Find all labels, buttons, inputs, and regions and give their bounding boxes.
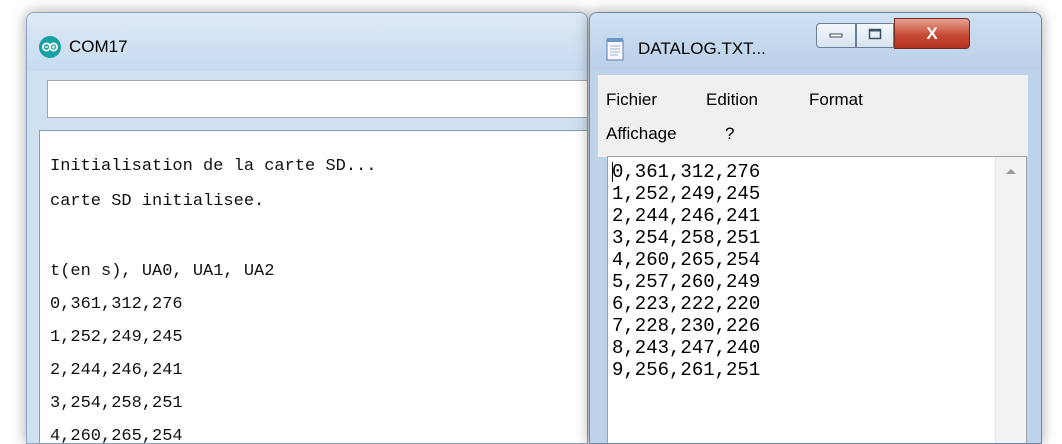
- notepad-text-area[interactable]: 0,361,312,276 1,252,249,245 2,244,246,24…: [607, 156, 1027, 443]
- vertical-scrollbar[interactable]: [995, 157, 1026, 443]
- text-line: 6,223,222,220: [612, 293, 761, 315]
- serial-output-line: carte SD initialisee.: [50, 192, 265, 211]
- text-line: 1,252,249,245: [612, 183, 761, 205]
- arduino-logo-icon: [39, 36, 61, 58]
- serial-output-line: 0,361,312,276: [50, 295, 183, 314]
- text-line: 2,244,246,241: [612, 205, 761, 227]
- serial-output-line: 3,254,258,251: [50, 394, 183, 413]
- text-line: 9,256,261,251: [612, 359, 761, 381]
- serial-output-line: t(en s), UA0, UA1, UA2: [50, 262, 275, 281]
- notepad-window: DATALOG.TXT... X Fichier Edition Format …: [589, 12, 1042, 444]
- text-line: 7,228,230,226: [612, 315, 761, 337]
- menu-item-help[interactable]: ?: [725, 123, 734, 145]
- maximize-button[interactable]: [856, 23, 894, 48]
- minimize-button[interactable]: [816, 23, 856, 48]
- text-line: 4,260,265,254: [612, 249, 761, 271]
- notepad-titlebar[interactable]: DATALOG.TXT... X: [590, 13, 1041, 71]
- notepad-title: DATALOG.TXT...: [638, 39, 766, 58]
- menu-item-edition[interactable]: Edition: [706, 89, 758, 111]
- notepad-menubar: Fichier Edition Format Affichage ?: [598, 75, 1028, 157]
- menu-item-fichier[interactable]: Fichier: [606, 89, 657, 111]
- close-button[interactable]: X: [894, 18, 970, 49]
- menu-item-affichage[interactable]: Affichage: [606, 123, 677, 145]
- serial-monitor-title: COM17: [69, 37, 128, 56]
- text-line: 5,257,260,249: [612, 271, 761, 293]
- close-icon: X: [926, 23, 938, 43]
- maximize-icon: [868, 27, 882, 45]
- serial-output-line: 4,260,265,254: [50, 427, 183, 444]
- serial-output-line: 2,244,246,241: [50, 361, 183, 380]
- serial-output-pane[interactable]: Initialisation de la carte SD... carte S…: [39, 130, 587, 444]
- serial-monitor-window: COM17 Initialisation de la carte SD... c…: [26, 12, 588, 444]
- serial-send-input[interactable]: [47, 80, 587, 118]
- serial-monitor-titlebar[interactable]: COM17: [27, 13, 587, 71]
- text-line: 3,254,258,251: [612, 227, 761, 249]
- serial-output-line: Initialisation de la carte SD...: [50, 157, 377, 176]
- text-line: 0,361,312,276: [612, 161, 761, 183]
- text-line: 8,243,247,240: [612, 337, 761, 359]
- notepad-icon: [606, 37, 624, 61]
- scroll-up-arrow-icon[interactable]: [1006, 169, 1016, 174]
- serial-output-line: 1,252,249,245: [50, 328, 183, 347]
- menu-item-format[interactable]: Format: [809, 89, 863, 111]
- minimize-icon: [829, 27, 843, 45]
